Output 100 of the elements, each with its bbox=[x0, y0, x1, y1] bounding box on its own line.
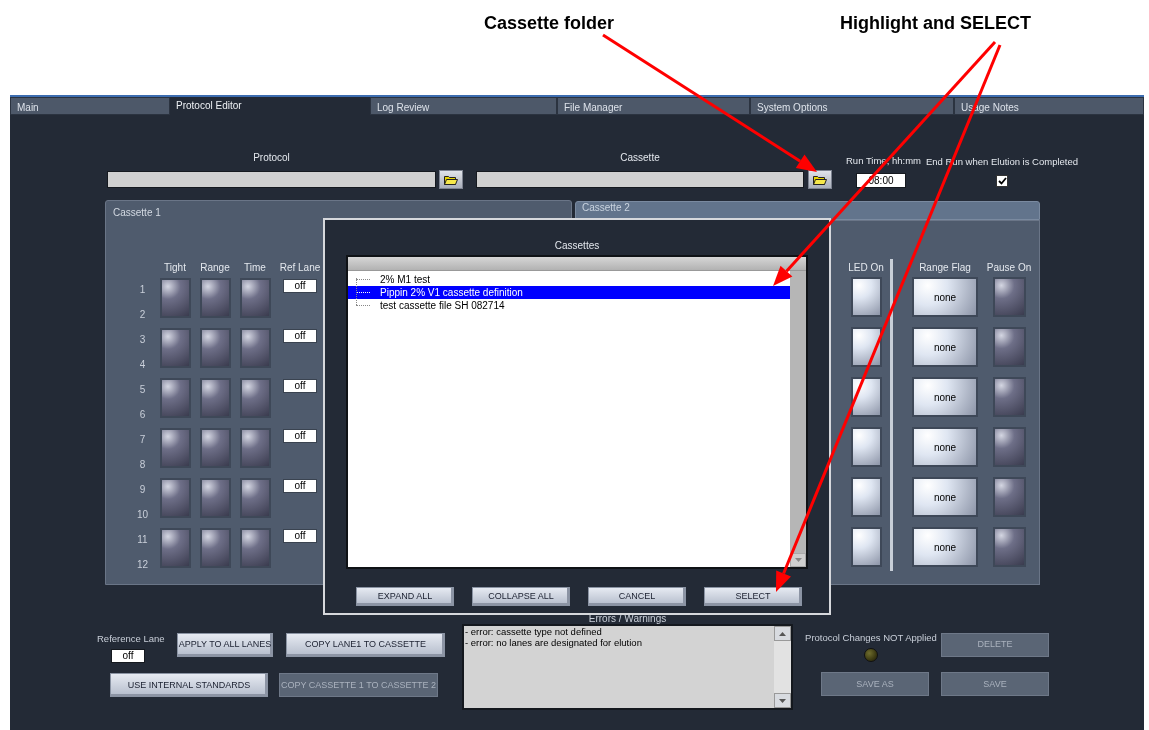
dialog-title: Cassettes bbox=[553, 239, 601, 253]
led-toggle-button[interactable] bbox=[850, 527, 882, 567]
folder-icon bbox=[444, 174, 458, 185]
scroll-up-button[interactable] bbox=[774, 626, 791, 641]
led-toggle-button[interactable] bbox=[850, 327, 882, 367]
down-arrow-icon bbox=[794, 558, 802, 562]
up-arrow-icon bbox=[779, 631, 786, 636]
toggle-button[interactable] bbox=[199, 528, 231, 568]
status-label: Protocol Changes NOT Applied bbox=[805, 631, 937, 645]
scrollbar[interactable] bbox=[774, 626, 791, 708]
toggle-button[interactable] bbox=[159, 278, 191, 318]
range-flag-button[interactable]: none bbox=[912, 277, 978, 317]
toggle-button[interactable] bbox=[239, 378, 271, 418]
led-toggle-button[interactable] bbox=[850, 477, 882, 517]
tab[interactable]: File Manager bbox=[557, 97, 750, 115]
field-label: Reference Lane bbox=[97, 632, 166, 646]
range-flag-button[interactable]: none bbox=[912, 327, 978, 367]
error-message: - error: no lanes are designated for elution bbox=[465, 637, 643, 648]
toggle-button[interactable] bbox=[159, 378, 191, 418]
tab[interactable]: Log Review bbox=[370, 97, 557, 115]
ref-lane-field[interactable]: off bbox=[283, 329, 317, 343]
toggle-button[interactable] bbox=[199, 378, 231, 418]
ref-lane-field[interactable]: off bbox=[283, 479, 317, 493]
action-button[interactable]: USE INTERNAL STANDARDS bbox=[110, 673, 268, 698]
lane-number: 2 bbox=[139, 308, 146, 322]
lane-number: 5 bbox=[139, 383, 146, 397]
lane-number: 3 bbox=[139, 333, 146, 347]
toggle-button[interactable] bbox=[992, 327, 1026, 367]
lane-number: 9 bbox=[139, 483, 146, 497]
column-heading: Range Flag bbox=[918, 260, 972, 275]
toggle-button[interactable] bbox=[992, 527, 1026, 567]
ref-lane-field[interactable]: off bbox=[283, 279, 317, 293]
folder-icon bbox=[813, 174, 827, 185]
lane-number: 11 bbox=[137, 533, 148, 547]
lane-number: 10 bbox=[136, 508, 149, 522]
check-icon bbox=[997, 177, 1007, 185]
toggle-button[interactable] bbox=[992, 427, 1026, 467]
dialog-button[interactable]: SELECT bbox=[704, 587, 802, 606]
toggle-button[interactable] bbox=[239, 428, 271, 468]
toggle-button[interactable] bbox=[992, 477, 1026, 517]
toggle-button[interactable] bbox=[159, 428, 191, 468]
down-arrow-icon bbox=[779, 698, 786, 703]
range-flag-button[interactable]: none bbox=[912, 477, 978, 517]
folder-button[interactable] bbox=[808, 170, 832, 189]
error-message: - error: cassette type not defined bbox=[465, 626, 603, 637]
toggle-button[interactable] bbox=[159, 328, 191, 368]
toggle-button[interactable] bbox=[159, 528, 191, 568]
folder-button[interactable] bbox=[439, 170, 463, 189]
led-toggle-button[interactable] bbox=[850, 427, 882, 467]
column-heading: Tight bbox=[163, 260, 187, 275]
dialog-button[interactable]: EXPAND ALL bbox=[356, 587, 454, 606]
lane-number: 1 bbox=[139, 283, 146, 297]
column-heading: Range bbox=[199, 260, 231, 275]
led-toggle-button[interactable] bbox=[850, 377, 882, 417]
led-toggle-button[interactable] bbox=[850, 277, 882, 317]
tree-list[interactable]: 2% M1 test Pippin 2% V1 cassette definition test cassette file SH 082714 bbox=[346, 255, 808, 569]
toggle-button[interactable] bbox=[199, 428, 231, 468]
column-heading: LED On bbox=[847, 260, 885, 275]
field-label: Cassette bbox=[619, 151, 661, 165]
range-flag-button[interactable]: none bbox=[912, 377, 978, 417]
field-label: Protocol bbox=[252, 151, 291, 165]
toggle-button[interactable] bbox=[199, 478, 231, 518]
toggle-button[interactable] bbox=[239, 328, 271, 368]
column-heading: Ref Lane bbox=[278, 260, 322, 275]
tree-item[interactable]: Pippin 2% V1 cassette definition bbox=[348, 286, 790, 299]
tab[interactable]: Main bbox=[10, 97, 170, 115]
toggle-button[interactable] bbox=[159, 478, 191, 518]
lane-number: 12 bbox=[136, 558, 149, 572]
ref-lane-field[interactable]: off bbox=[283, 379, 317, 393]
toggle-button[interactable] bbox=[239, 478, 271, 518]
toggle-button[interactable] bbox=[992, 277, 1026, 317]
scroll-down-button[interactable] bbox=[774, 693, 791, 708]
annotation-label: Cassette folder bbox=[484, 12, 615, 35]
range-flag-button[interactable]: none bbox=[912, 527, 978, 567]
dialog-button[interactable]: CANCEL bbox=[588, 587, 686, 606]
lane-number: 4 bbox=[139, 358, 146, 372]
lane-number: 6 bbox=[139, 408, 146, 422]
ref-lane-field[interactable]: off bbox=[283, 429, 317, 443]
panel-title: Cassette 1 bbox=[113, 206, 161, 220]
toggle-button[interactable] bbox=[199, 328, 231, 368]
lane-number: 8 bbox=[139, 458, 146, 472]
tab[interactable]: System Options bbox=[750, 97, 954, 115]
toggle-button[interactable] bbox=[239, 278, 271, 318]
toggle-button[interactable] bbox=[199, 278, 231, 318]
scrollbar[interactable] bbox=[790, 271, 806, 567]
protocol-field[interactable] bbox=[107, 171, 436, 188]
lane-number: 7 bbox=[139, 433, 146, 447]
action-button[interactable]: COPY LANE1 TO CASSETTE bbox=[286, 633, 445, 657]
action-button[interactable]: APPLY TO ALL LANES bbox=[177, 633, 273, 657]
dialog-button[interactable]: COLLAPSE ALL bbox=[472, 587, 570, 606]
toggle-button[interactable] bbox=[239, 528, 271, 568]
checkbox[interactable] bbox=[996, 175, 1008, 187]
reference-lane-field[interactable]: off bbox=[111, 649, 145, 664]
toggle-button[interactable] bbox=[992, 377, 1026, 417]
ref-lane-field[interactable]: off bbox=[283, 529, 317, 543]
tree-item[interactable]: test cassette file SH 082714 bbox=[348, 299, 507, 312]
range-flag-button[interactable]: none bbox=[912, 427, 978, 467]
column-heading: Time bbox=[243, 260, 267, 275]
cassette-field[interactable] bbox=[476, 171, 804, 188]
tree-item[interactable]: 2% M1 test bbox=[348, 273, 433, 286]
